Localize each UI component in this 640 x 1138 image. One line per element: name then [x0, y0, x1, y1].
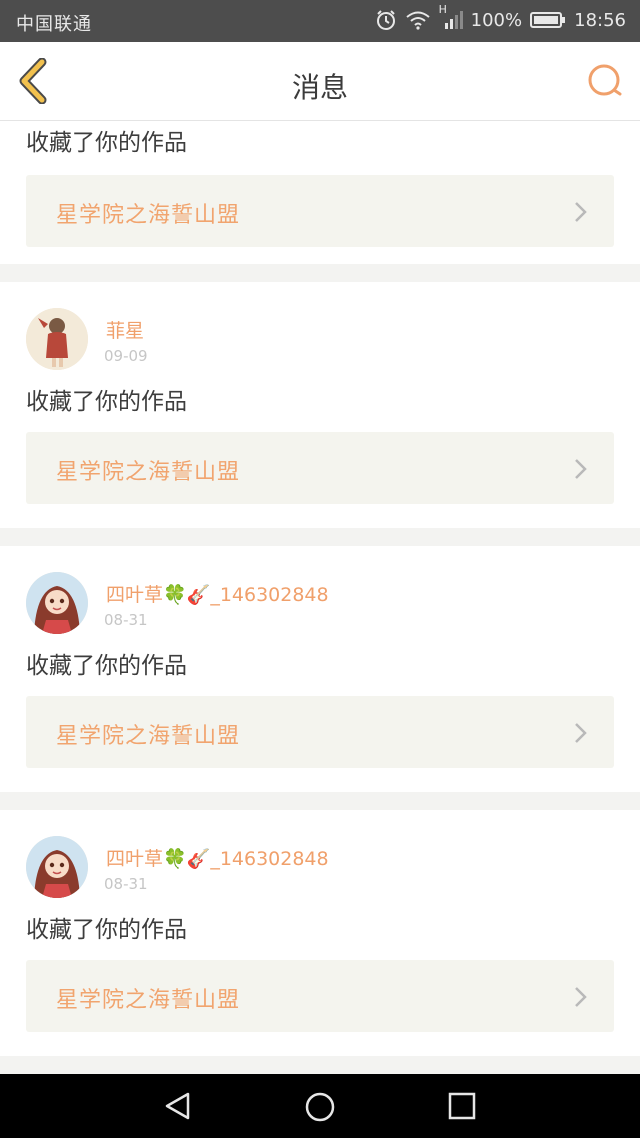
status-icons: H 100% 18:56	[375, 3, 626, 31]
work-title: 星学院之海誓山盟	[56, 203, 241, 228]
clock: 18:56	[574, 9, 626, 31]
signal-icon: H	[439, 3, 463, 31]
message-date: 08-31	[104, 611, 148, 629]
network-type-label: H	[438, 3, 447, 16]
system-navigation-bar	[0, 1074, 640, 1138]
work-title: 星学院之海誓山盟	[56, 724, 241, 749]
status-bar: 中国联通 H 100% 18:56	[0, 0, 640, 42]
message-item: 收藏了你的作品 星学院之海誓山盟	[0, 121, 640, 264]
divider	[0, 528, 640, 546]
divider	[0, 792, 640, 810]
username[interactable]: 菲星	[106, 316, 144, 343]
page-title: 消息	[291, 71, 348, 104]
divider	[0, 264, 640, 282]
triangle-back-icon	[165, 1092, 190, 1120]
work-link[interactable]: 星学院之海誓山盟	[26, 432, 614, 504]
chevron-right-icon	[575, 459, 587, 479]
system-home-button[interactable]	[303, 1090, 337, 1128]
navigation-bar: 消息	[0, 42, 640, 121]
divider	[0, 1056, 640, 1074]
work-link[interactable]: 星学院之海誓山盟	[26, 175, 614, 247]
circle-home-icon	[305, 1092, 335, 1122]
message-date: 09-09	[104, 347, 148, 365]
message-list[interactable]: 收藏了你的作品 星学院之海誓山盟 菲星 09-09 收藏了你的作品 星学院之海誓…	[0, 121, 640, 1074]
carrier-label: 中国联通	[16, 14, 92, 35]
avatar[interactable]	[26, 308, 88, 370]
message-item: 四叶草🍀🎸_146302848 08-31 收藏了你的作品 星学院之海誓山盟	[0, 810, 640, 1056]
work-link[interactable]: 星学院之海誓山盟	[26, 696, 614, 768]
square-recents-icon	[448, 1092, 476, 1120]
message-action: 收藏了你的作品	[26, 917, 187, 943]
chevron-right-icon	[575, 723, 587, 743]
username[interactable]: 四叶草🍀🎸_146302848	[106, 580, 329, 607]
system-recents-button[interactable]	[446, 1090, 478, 1126]
message-date: 08-31	[104, 875, 148, 893]
message-action: 收藏了你的作品	[26, 130, 187, 156]
message-item: 四叶草🍀🎸_146302848 08-31 收藏了你的作品 星学院之海誓山盟	[0, 546, 640, 792]
work-link[interactable]: 星学院之海誓山盟	[26, 960, 614, 1032]
system-back-button[interactable]	[162, 1090, 194, 1126]
work-title: 星学院之海誓山盟	[56, 460, 241, 485]
username[interactable]: 四叶草🍀🎸_146302848	[106, 844, 329, 871]
message-item: 菲星 09-09 收藏了你的作品 星学院之海誓山盟	[0, 282, 640, 528]
search-icon	[588, 64, 622, 96]
battery-percent: 100%	[470, 9, 523, 31]
chevron-right-icon	[575, 987, 587, 1007]
chevron-right-icon	[575, 202, 587, 222]
wifi-icon	[405, 10, 431, 30]
avatar[interactable]	[26, 572, 88, 634]
battery-icon	[530, 11, 566, 29]
search-button[interactable]	[586, 62, 624, 100]
avatar[interactable]	[26, 836, 88, 898]
message-action: 收藏了你的作品	[26, 389, 187, 415]
message-action: 收藏了你的作品	[26, 653, 187, 679]
alarm-icon	[375, 9, 397, 31]
work-title: 星学院之海誓山盟	[56, 988, 241, 1013]
